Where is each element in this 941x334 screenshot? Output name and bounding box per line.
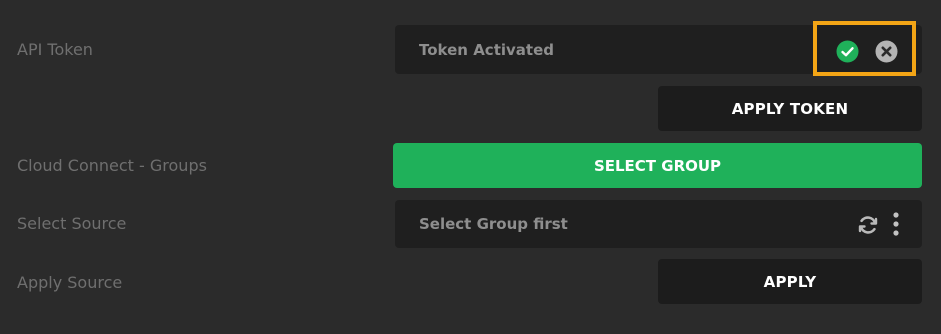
select-source-label: Select Source: [17, 214, 127, 233]
select-group-button[interactable]: SELECT GROUP: [393, 143, 922, 188]
api-token-value: Token Activated: [419, 40, 554, 59]
more-vertical-icon[interactable]: [891, 211, 901, 237]
token-status-highlight: [813, 21, 916, 76]
api-token-label: API Token: [17, 40, 93, 59]
select-source-field[interactable]: Select Group first: [395, 200, 922, 248]
clear-circle-icon[interactable]: [875, 40, 898, 63]
select-source-value: Select Group first: [419, 215, 568, 233]
cloud-connect-groups-label: Cloud Connect - Groups: [17, 156, 207, 175]
apply-source-button[interactable]: APPLY: [658, 259, 922, 304]
apply-token-button[interactable]: APPLY TOKEN: [658, 86, 922, 131]
check-circle-icon: [836, 40, 859, 63]
refresh-icon[interactable]: [857, 214, 879, 236]
settings-panel: API Token Token Activated APPLY TOKEN Cl…: [0, 0, 941, 334]
apply-source-label: Apply Source: [17, 273, 123, 292]
